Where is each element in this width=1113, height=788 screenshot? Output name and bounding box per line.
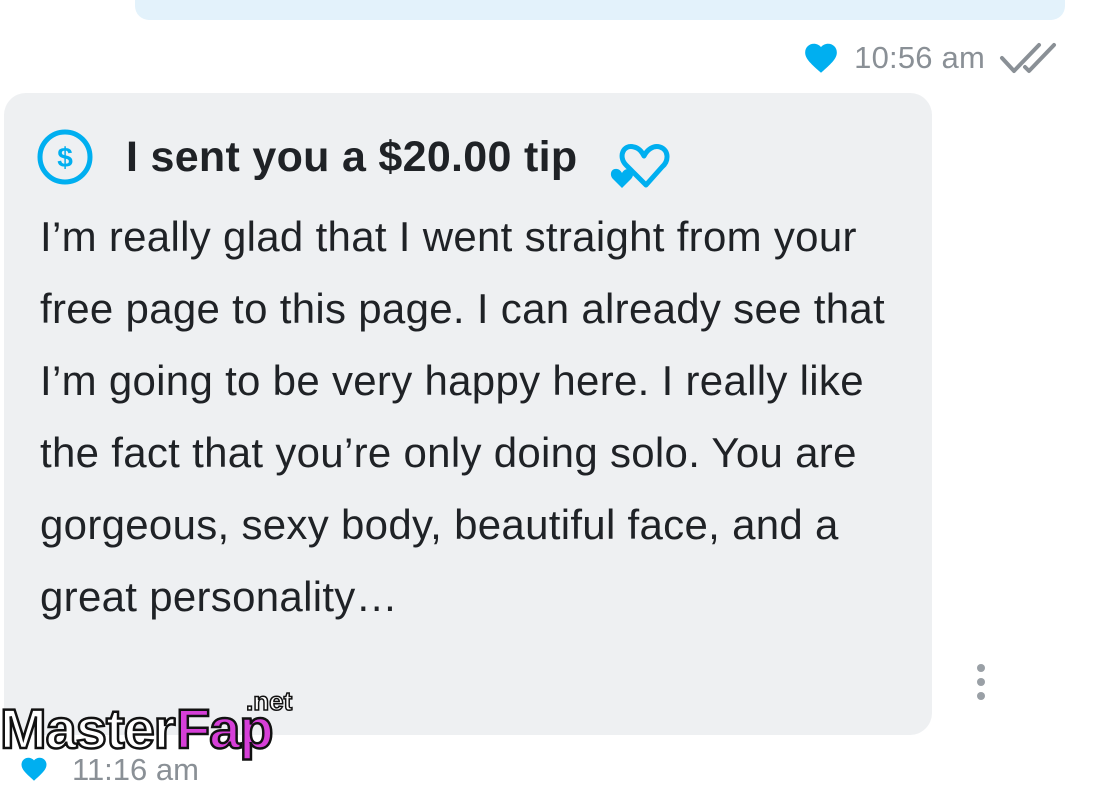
double-check-icon bbox=[1000, 43, 1056, 73]
more-vertical-icon[interactable] bbox=[970, 662, 992, 702]
outgoing-message-bubble[interactable] bbox=[135, 0, 1065, 20]
hearts-icon[interactable] bbox=[609, 136, 671, 192]
outgoing-timestamp: 10:56 am bbox=[854, 40, 985, 75]
tip-amount-label: I sent you a $20.00 tip bbox=[126, 132, 578, 181]
watermark-logo: Master Fap .net bbox=[0, 686, 293, 761]
tip-header: $ I sent you a $20.00 tip bbox=[36, 123, 671, 191]
outgoing-message-meta: 10:56 am bbox=[802, 33, 1057, 83]
svg-text:Master: Master bbox=[0, 697, 175, 760]
svg-text:.net: .net bbox=[246, 686, 293, 716]
dollar-circle-icon: $ bbox=[37, 129, 93, 185]
message-text: I’m really glad that I went straight fro… bbox=[40, 213, 886, 620]
heart-icon[interactable] bbox=[802, 39, 840, 77]
incoming-message-bubble[interactable]: $ I sent you a $20.00 tip I’m really gla… bbox=[4, 93, 932, 735]
svg-text:$: $ bbox=[57, 142, 73, 173]
